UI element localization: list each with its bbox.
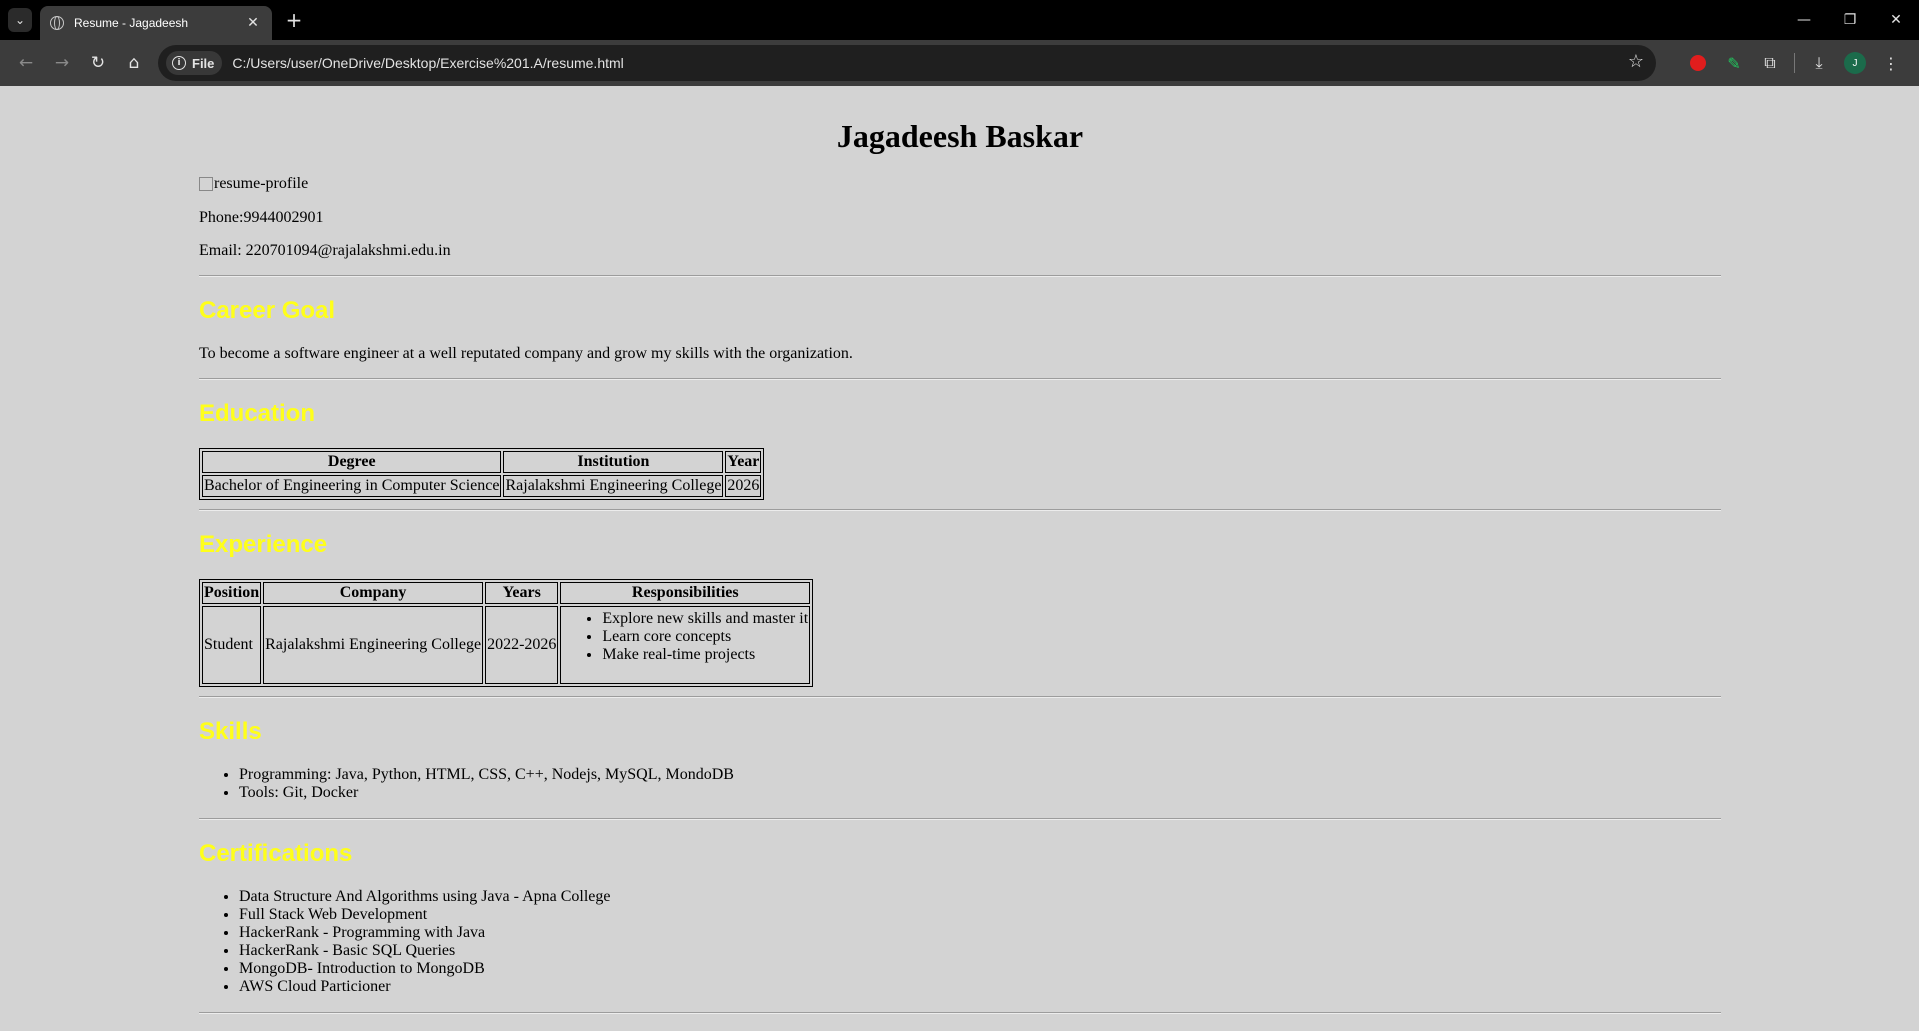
resume-container: Jagadeesh Baskar resume-profile Phone:99… [199, 118, 1721, 1014]
red-extension-icon[interactable] [1680, 45, 1716, 81]
pen-extension-icon[interactable]: ✎ [1716, 45, 1752, 81]
restore-icon[interactable]: ❐ [1827, 0, 1873, 40]
responsibilities-cell: Explore new skills and master it Learn c… [560, 606, 811, 684]
table-header-row: Position Company Years Responsibilities [202, 582, 811, 604]
phone-text: Phone:9944002901 [199, 209, 324, 226]
career-goal-text: To become a software engineer at a well … [199, 345, 853, 362]
divider [199, 1012, 1721, 1014]
tab-strip: ⌄ Resume - Jagadeesh ✕ + — ❐ ✕ [0, 0, 1919, 40]
list-item: HackerRank - Programming with Java [239, 924, 1721, 942]
list-item: Make real-time projects [602, 646, 808, 664]
list-item: Explore new skills and master it [602, 610, 808, 628]
profile-image-alt-text: resume-profile [214, 175, 309, 192]
profile-button[interactable]: J [1837, 45, 1873, 81]
career-goal-heading: Career Goal [199, 297, 336, 324]
list-item: AWS Cloud Particioner [239, 978, 1721, 996]
list-item: MongoDB- Introduction to MongoDB [239, 960, 1721, 978]
email-text: Email: 220701094@rajalakshmi.edu.in [199, 242, 451, 259]
skills-list: Programming: Java, Python, HTML, CSS, C+… [199, 766, 1721, 802]
divider [199, 509, 1721, 511]
divider [199, 818, 1721, 820]
list-item: Programming: Java, Python, HTML, CSS, C+… [239, 766, 1721, 784]
globe-icon [50, 16, 64, 30]
site-info-label: File [192, 55, 215, 71]
divider [199, 696, 1721, 698]
site-info-chip[interactable]: i File [166, 51, 223, 75]
close-tab-icon[interactable]: ✕ [244, 15, 262, 31]
broken-image-icon [199, 177, 213, 191]
profile-image: resume-profile [199, 175, 1721, 193]
divider [199, 378, 1721, 380]
table-header-row: Degree Institution Year [202, 451, 762, 473]
bookmark-star-icon[interactable]: ☆ [1628, 51, 1644, 72]
column-header: Years [485, 582, 559, 604]
extensions-area: ✎ ⧉ ⤓ J ⋮ [1680, 45, 1909, 81]
address-bar[interactable]: i File C:/Users/user/OneDrive/Desktop/Ex… [158, 45, 1656, 81]
list-item: Data Structure And Algorithms using Java… [239, 888, 1721, 906]
divider [199, 275, 1721, 277]
browser-toolbar: ← → ↻ ⌂ i File C:/Users/user/OneDrive/De… [0, 40, 1919, 86]
minimize-icon[interactable]: — [1781, 0, 1827, 40]
table-cell: Rajalakshmi Engineering College [263, 606, 484, 684]
column-header: Company [263, 582, 484, 604]
forward-arrow-icon[interactable]: → [44, 45, 80, 81]
url-text[interactable]: C:/Users/user/OneDrive/Desktop/Exercise%… [232, 55, 623, 71]
page-title: Jagadeesh Baskar [836, 118, 1084, 154]
table-cell: Rajalakshmi Engineering College [503, 475, 724, 497]
list-item: Tools: Git, Docker [239, 784, 1721, 802]
table-cell: Student [202, 606, 262, 684]
table-cell: 2026 [725, 475, 762, 497]
list-item: Learn core concepts [602, 628, 808, 646]
column-header: Institution [503, 451, 724, 473]
column-header: Position [202, 582, 262, 604]
puzzle-extensions-icon[interactable]: ⧉ [1752, 45, 1788, 81]
tab-search-chevron-icon[interactable]: ⌄ [8, 8, 32, 32]
table-row: Bachelor of Engineering in Computer Scie… [202, 475, 762, 497]
back-arrow-icon[interactable]: ← [8, 45, 44, 81]
reload-icon[interactable]: ↻ [80, 45, 116, 81]
new-tab-button[interactable]: + [282, 8, 306, 32]
info-icon: i [172, 56, 186, 70]
experience-heading: Experience [199, 531, 328, 558]
download-icon[interactable]: ⤓ [1801, 45, 1837, 81]
education-heading: Education [199, 400, 316, 427]
list-item: HackerRank - Basic SQL Queries [239, 942, 1721, 960]
menu-kebab-icon[interactable]: ⋮ [1873, 45, 1909, 81]
table-cell: 2022-2026 [485, 606, 559, 684]
table-cell: Bachelor of Engineering in Computer Scie… [202, 475, 502, 497]
list-item: Full Stack Web Development [239, 906, 1721, 924]
column-header: Responsibilities [560, 582, 811, 604]
education-table: Degree Institution Year Bachelor of Engi… [199, 448, 765, 500]
experience-table: Position Company Years Responsibilities … [199, 579, 814, 687]
toolbar-divider [1794, 53, 1795, 73]
column-header: Year [725, 451, 762, 473]
column-header: Degree [202, 451, 502, 473]
skills-heading: Skills [199, 718, 262, 745]
tab-resume[interactable]: Resume - Jagadeesh ✕ [40, 6, 272, 40]
tab-title: Resume - Jagadeesh [74, 16, 189, 30]
page-viewport: Jagadeesh Baskar resume-profile Phone:99… [0, 86, 1919, 1031]
table-row: Student Rajalakshmi Engineering College … [202, 606, 811, 684]
home-icon[interactable]: ⌂ [116, 45, 152, 81]
certifications-heading: Certifications [199, 840, 353, 867]
avatar: J [1844, 52, 1866, 74]
responsibilities-list: Explore new skills and master it Learn c… [562, 610, 808, 664]
window-controls: — ❐ ✕ [1781, 0, 1919, 40]
certifications-list: Data Structure And Algorithms using Java… [199, 888, 1721, 996]
close-window-icon[interactable]: ✕ [1873, 0, 1919, 40]
